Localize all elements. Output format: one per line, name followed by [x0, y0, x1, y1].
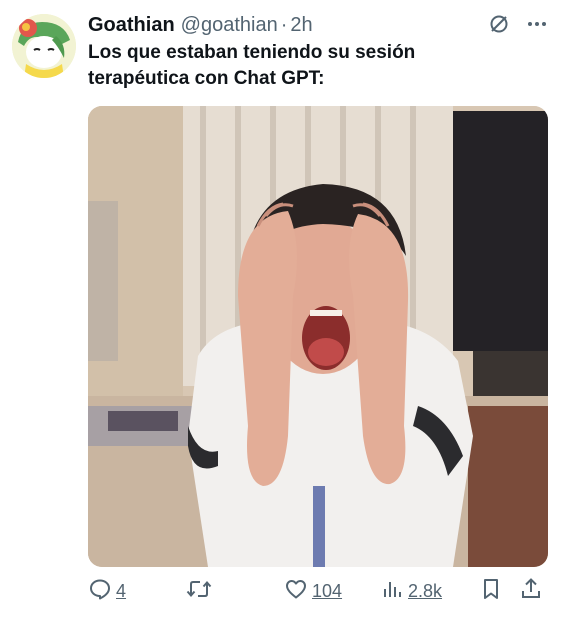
grok-icon[interactable]: [487, 12, 511, 41]
bookmark-button[interactable]: [480, 577, 502, 606]
tweet-time[interactable]: 2h: [290, 14, 312, 37]
tweet-text-line: Los que estaban teniendo su sesión: [88, 42, 416, 63]
views-icon: [382, 577, 404, 606]
like-button[interactable]: 104: [284, 577, 342, 606]
like-icon: [284, 577, 308, 606]
tweet-media-gif[interactable]: [88, 106, 548, 567]
tweet-text-line: terapéutica con Chat GPT:: [88, 68, 325, 89]
views-count: 2.8k: [408, 580, 443, 601]
bookmark-icon: [480, 577, 502, 606]
share-button[interactable]: [520, 577, 542, 606]
reply-icon: [88, 577, 112, 606]
author-handle[interactable]: @goathian: [181, 14, 278, 37]
tweet-text: Los que estaban teniendo su sesión terap…: [88, 40, 528, 92]
author-name[interactable]: Goathian: [88, 14, 175, 37]
separator-dot: ·: [280, 13, 288, 36]
views-button[interactable]: 2.8k: [382, 577, 442, 606]
action-bar: 4 104 2.8k: [88, 575, 549, 607]
share-icon: [520, 577, 542, 606]
reply-button[interactable]: 4: [88, 577, 126, 606]
retweet-icon: [186, 577, 212, 606]
avatar[interactable]: [12, 14, 76, 78]
tweet-header: Goathian @goathian · 2h: [88, 12, 549, 38]
more-icon[interactable]: [525, 12, 549, 41]
reply-count: 4: [116, 580, 127, 601]
retweet-button[interactable]: [186, 577, 212, 606]
like-count: 104: [312, 580, 343, 601]
header-icons: [487, 12, 549, 41]
tweet[interactable]: Goathian @goathian · 2h Los que estaban …: [0, 0, 561, 620]
